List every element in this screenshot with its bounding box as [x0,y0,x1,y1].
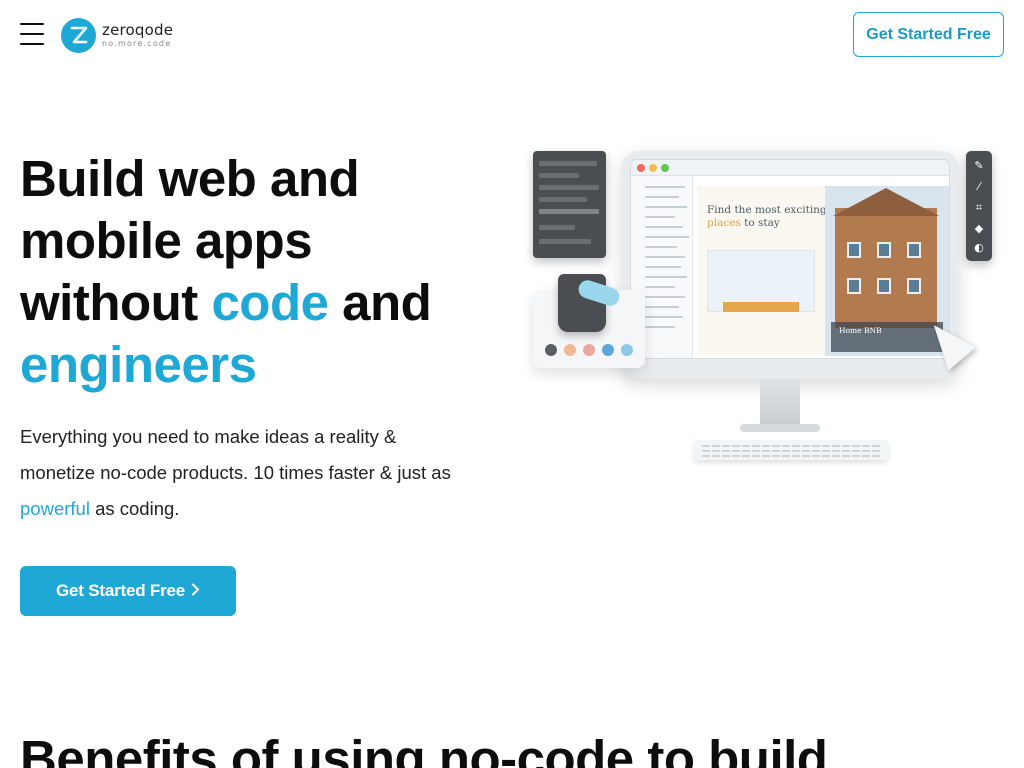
site-header: zeroqode no.more.code Get Started Free [0,0,1024,70]
hero-description: Everything you need to make ideas a real… [20,426,451,519]
logo-name: zeroqode [102,20,174,39]
site-logo[interactable]: zeroqode no.more.code [61,17,173,53]
hero-title-accent-engineers: engineers [20,336,257,393]
hero-cta-label: Get Started Free [55,581,186,600]
swatch-4 [602,344,614,356]
header-get-started-button[interactable]: Get Started Free [853,12,1004,57]
drop-icon: ◆ [974,222,984,235]
keyboard-mockup [694,440,888,460]
logo-tagline: no.more.code [102,38,172,48]
chevron-right-icon [191,581,200,601]
editor-screen: Find the most exciting places to stay Ho… [630,159,950,359]
monitor-base [740,424,820,432]
zeroqode-logo-icon [61,17,96,53]
contrast-icon: ◐ [974,241,984,254]
hero-get-started-button[interactable]: Get Started Free [20,566,236,616]
brush-icon: ⁄ [978,180,980,193]
hero-title-accent-code: code [211,274,329,331]
powerful-link[interactable]: powerful [20,498,90,519]
editor-properties-panel [533,151,606,258]
crop-icon: ⌗ [975,201,983,214]
swatch-1 [545,344,557,356]
hero-title: Build web and mobile apps without code a… [20,150,432,393]
monitor-mockup: Find the most exciting places to stay Ho… [622,151,958,379]
benefits-section-title: Benefits of using no-code to build [20,730,828,768]
monitor-stand [760,379,800,427]
canvas-search-button [723,302,799,312]
hero-illustration: Find the most exciting places to stay Ho… [530,148,1010,468]
swatch-5 [621,344,633,356]
editor-canvas: Find the most exciting places to stay Ho… [697,186,949,356]
design-toolbar: ✎ ⁄ ⌗ ◆ ◐ [966,151,992,261]
swatch-2 [564,344,576,356]
hamburger-menu-icon[interactable] [20,23,44,45]
canvas-heading: Find the most exciting places to stay [707,204,827,229]
house-image [835,208,937,328]
swatch-3 [583,344,595,356]
pen-tool-icon: ✎ [974,159,984,172]
